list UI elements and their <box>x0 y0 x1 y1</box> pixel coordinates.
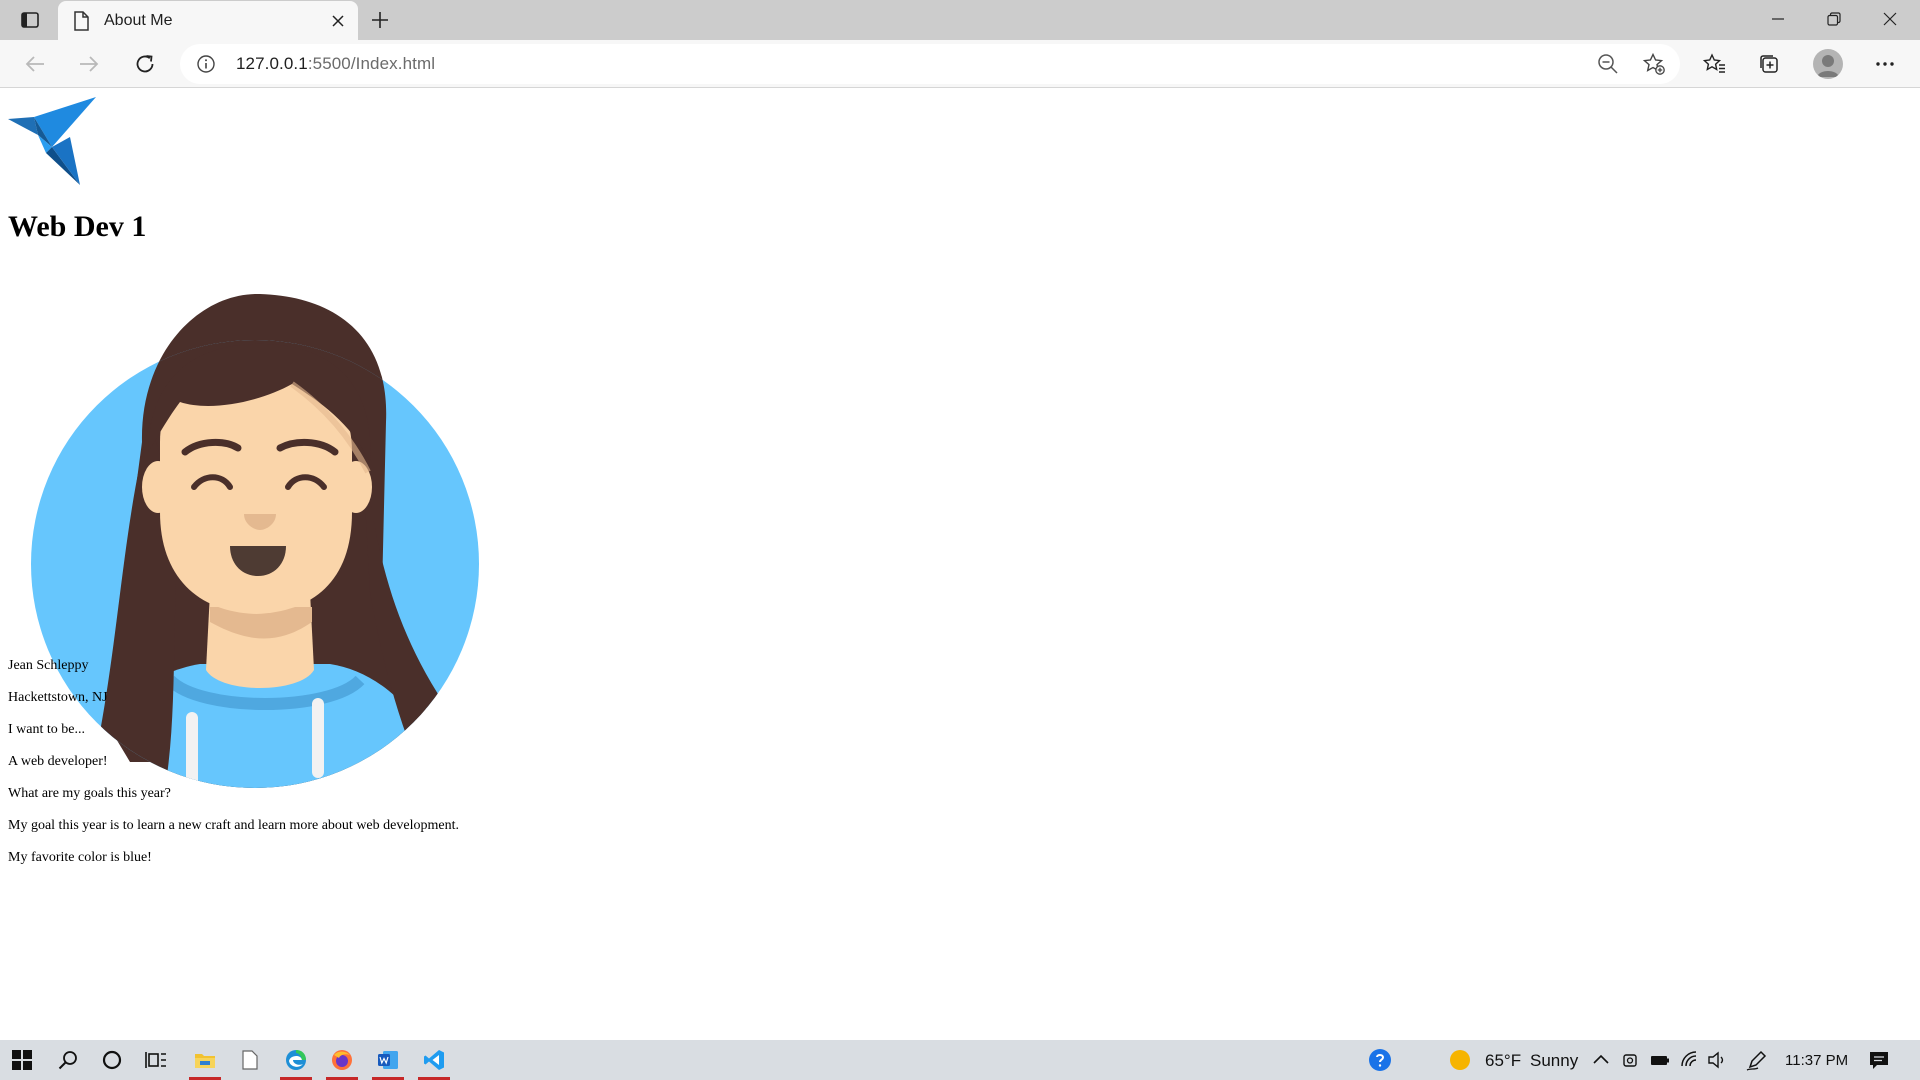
task-view-button[interactable] <box>134 1040 178 1080</box>
close-icon <box>1883 12 1897 26</box>
name-text: Jean Schleppy <box>8 658 89 673</box>
word-icon <box>378 1051 398 1069</box>
sun-icon[interactable] <box>1449 1049 1471 1071</box>
refresh-icon <box>136 55 154 73</box>
plus-icon <box>372 12 388 28</box>
url-host: 127.0.0.1 <box>236 54 308 73</box>
collections-button[interactable] <box>1752 48 1786 80</box>
portrait-illustration <box>31 293 479 788</box>
page-content: Web Dev 1 Jean Schleppy Hackettstown, NJ… <box>0 89 1920 1040</box>
avatar-icon <box>1817 55 1839 77</box>
chevron-up-icon[interactable] <box>1591 1050 1611 1070</box>
tab-title: About Me <box>104 12 173 29</box>
word-button[interactable] <box>366 1040 410 1080</box>
tab-about-me[interactable]: About Me <box>58 1 358 40</box>
zoom-out-icon[interactable] <box>1596 52 1620 76</box>
add-favorite-icon[interactable] <box>1642 52 1666 76</box>
meet-now-icon[interactable] <box>1621 1050 1641 1070</box>
url-path: :5500/Index.html <box>307 54 436 73</box>
forward-button[interactable] <box>72 48 106 80</box>
goals-prompt-text: What are my goals this year? <box>8 786 171 801</box>
browser-toolbar: 127.0.0.1:5500/Index.html <box>0 40 1920 88</box>
windows-logo-icon <box>12 1050 32 1070</box>
file-explorer-button[interactable] <box>183 1040 227 1080</box>
aspiration-prompt-text: I want to be... <box>8 722 85 737</box>
taskbar: 65°F Sunny 11:37 PM <box>0 1040 1920 1080</box>
origami-bird-icon <box>8 97 96 185</box>
document-icon <box>242 1050 258 1070</box>
tab-close-button[interactable] <box>326 9 350 33</box>
pen-icon[interactable] <box>1746 1049 1768 1071</box>
settings-menu-button[interactable] <box>1868 48 1902 80</box>
more-dots-icon <box>1876 62 1894 66</box>
favorite-color-text: My favorite color is blue! <box>8 850 152 865</box>
profile-button[interactable] <box>1813 49 1843 79</box>
firefox-button[interactable] <box>320 1040 364 1080</box>
tab-actions-button[interactable] <box>14 6 46 34</box>
wifi-icon[interactable] <box>1680 1050 1700 1070</box>
clock[interactable]: 11:37 PM <box>1785 1052 1848 1069</box>
address-bar[interactable]: 127.0.0.1:5500/Index.html <box>180 44 1680 84</box>
edge-button[interactable] <box>274 1040 318 1080</box>
forward-arrow-icon <box>80 56 99 72</box>
cortana-button[interactable] <box>90 1040 134 1080</box>
close-window-button[interactable] <box>1862 0 1918 38</box>
edge-browser-icon <box>286 1050 306 1070</box>
restore-icon <box>1827 12 1841 26</box>
search-button[interactable] <box>46 1040 90 1080</box>
browser-tabstrip: About Me <box>0 0 1920 40</box>
cortana-icon <box>102 1050 122 1070</box>
minimize-icon <box>1772 18 1784 20</box>
folder-icon <box>195 1054 215 1068</box>
restore-button[interactable] <box>1806 0 1862 38</box>
close-icon <box>332 15 344 27</box>
location-text: Hackettstown, NJ <box>8 690 108 705</box>
task-view-icon <box>145 1052 166 1068</box>
page-icon <box>74 11 89 31</box>
firefox-icon <box>332 1050 352 1070</box>
vscode-icon <box>424 1050 444 1070</box>
start-button[interactable] <box>0 1040 44 1080</box>
volume-icon[interactable] <box>1707 1050 1727 1070</box>
aspiration-text: A web developer! <box>8 754 108 769</box>
refresh-button[interactable] <box>128 48 162 80</box>
new-tab-button[interactable] <box>366 6 394 34</box>
info-icon[interactable] <box>196 54 216 74</box>
url-text[interactable]: 127.0.0.1:5500/Index.html <box>236 54 435 74</box>
help-icon[interactable] <box>1368 1048 1392 1072</box>
weather-text[interactable]: Sunny <box>1530 1051 1578 1071</box>
battery-icon[interactable] <box>1650 1050 1670 1070</box>
minimize-button[interactable] <box>1750 0 1806 38</box>
notepad-button[interactable] <box>228 1040 272 1080</box>
vscode-button[interactable] <box>412 1040 456 1080</box>
favorites-icon <box>1702 53 1725 73</box>
tab-actions-icon <box>21 12 39 28</box>
weather-temp[interactable]: 65°F <box>1485 1051 1521 1071</box>
notifications-icon[interactable] <box>1868 1049 1890 1071</box>
search-icon <box>58 1051 77 1070</box>
goals-text: My goal this year is to learn a new craf… <box>8 818 459 833</box>
back-button[interactable] <box>18 48 52 80</box>
back-arrow-icon <box>25 56 44 72</box>
page-heading: Web Dev 1 <box>8 210 147 243</box>
collections-icon <box>1760 55 1778 73</box>
favorites-button[interactable] <box>1697 48 1731 80</box>
